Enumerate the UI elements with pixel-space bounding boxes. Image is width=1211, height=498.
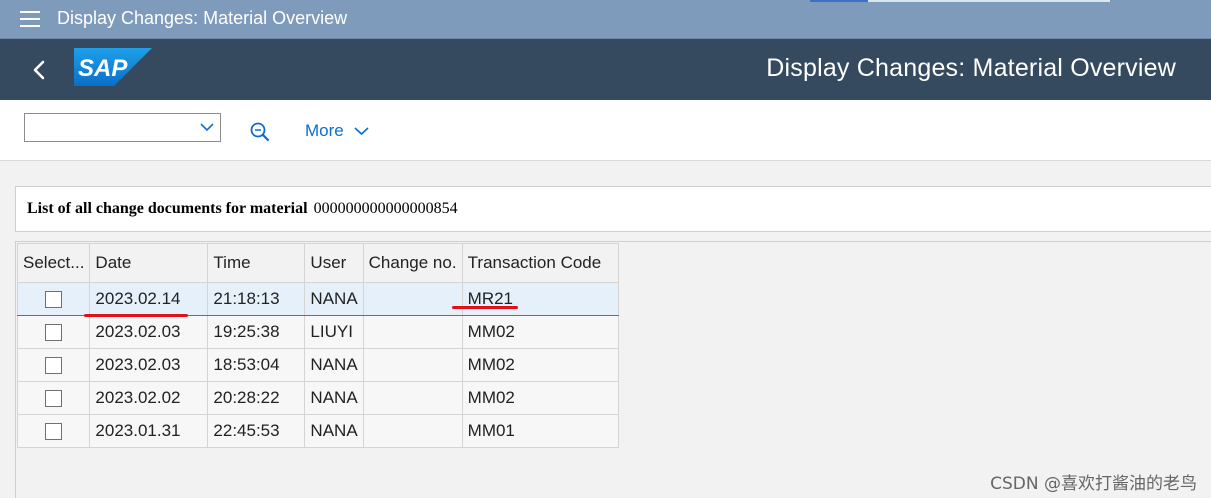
annotation-underline-tcode: [452, 306, 518, 309]
cell-date: 2023.02.14: [89, 282, 209, 316]
table-row[interactable]: 2023.01.31 22:45:53 NANA MM01: [16, 414, 619, 448]
cell-transaction-code: MM02: [461, 381, 619, 415]
table-row[interactable]: 2023.02.14 21:18:13 NANA MR21: [16, 282, 619, 316]
sap-logo: SAP: [74, 48, 152, 86]
row-select[interactable]: [16, 348, 91, 382]
cell-user: NANA: [304, 381, 364, 415]
row-checkbox[interactable]: [45, 423, 62, 441]
row-select[interactable]: [16, 381, 91, 415]
row-checkbox[interactable]: [45, 324, 62, 342]
chevron-down-icon: [354, 127, 370, 136]
cell-change-no: [362, 348, 463, 382]
watermark: CSDN @喜欢打酱油的老鸟: [990, 474, 1197, 494]
cell-date: 2023.02.02: [89, 381, 209, 415]
page-title: Display Changes: Material Overview: [766, 54, 1176, 82]
column-header-select[interactable]: Select...: [16, 243, 91, 283]
search-icon: [250, 122, 270, 142]
svg-text:SAP: SAP: [78, 55, 128, 82]
cell-user: NANA: [304, 414, 364, 448]
window-progress-strip: [810, 0, 1110, 2]
row-checkbox[interactable]: [45, 390, 62, 408]
cell-transaction-code: MM02: [461, 315, 619, 349]
cell-user: NANA: [304, 348, 364, 382]
header-text: List of all change documents for materia…: [27, 200, 458, 218]
table-row[interactable]: 2023.02.03 18:53:04 NANA MM02: [16, 348, 619, 382]
cell-time: 21:18:13: [207, 282, 306, 316]
chevron-down-icon: [200, 123, 214, 132]
column-header-transaction-code[interactable]: Transaction Code: [461, 243, 619, 283]
cell-date: 2023.02.03: [89, 315, 209, 349]
variant-select[interactable]: [24, 113, 221, 142]
cell-user: NANA: [304, 282, 364, 316]
shell-header: SAP Display Changes: Material Overview: [0, 39, 1211, 100]
hamburger-icon[interactable]: [20, 11, 40, 27]
column-header-change-no[interactable]: Change no.: [362, 243, 463, 283]
cell-change-no: [362, 381, 463, 415]
cell-change-no: [362, 282, 463, 316]
more-label: More: [305, 121, 344, 140]
back-button[interactable]: [26, 56, 54, 84]
cell-time: 18:53:04: [207, 348, 306, 382]
back-arrow-icon: [33, 60, 45, 80]
cell-date: 2023.02.03: [89, 348, 209, 382]
cell-time: 19:25:38: [207, 315, 306, 349]
cell-transaction-code: MR21: [461, 282, 619, 316]
table-row[interactable]: 2023.02.02 20:28:22 NANA MM02: [16, 381, 619, 415]
column-header-time[interactable]: Time: [207, 243, 306, 283]
more-button[interactable]: More: [305, 121, 370, 143]
cell-date: 2023.01.31: [89, 414, 209, 448]
cell-time: 22:45:53: [207, 414, 306, 448]
row-select[interactable]: [16, 315, 91, 349]
splitter-handle[interactable]: [944, 235, 964, 248]
row-checkbox[interactable]: [45, 357, 62, 375]
toolbar: [0, 100, 1211, 161]
row-select[interactable]: [16, 282, 91, 316]
annotation-underline-date: [84, 314, 188, 317]
row-select[interactable]: [16, 414, 91, 448]
cell-change-no: [362, 315, 463, 349]
cell-user: LIUYI: [304, 315, 364, 349]
column-header-user[interactable]: User: [304, 243, 364, 283]
header-label: List of all change documents for materia…: [27, 200, 308, 217]
table-row[interactable]: 2023.02.03 19:25:38 LIUYI MM02: [16, 315, 619, 349]
table-header-row: Select... Date Time User Change no. Tran…: [16, 243, 619, 283]
cell-change-no: [362, 414, 463, 448]
cell-time: 20:28:22: [207, 381, 306, 415]
cell-transaction-code: MM02: [461, 348, 619, 382]
row-checkbox[interactable]: [45, 291, 62, 309]
header-panel: List of all change documents for materia…: [15, 186, 1211, 232]
change-documents-table: Select... Date Time User Change no. Tran…: [16, 243, 619, 448]
find-button[interactable]: [248, 120, 272, 144]
column-header-date[interactable]: Date: [89, 243, 209, 283]
window-title: Display Changes: Material Overview: [57, 8, 348, 28]
material-number: 000000000000000854: [313, 200, 458, 217]
window-titlebar: Display Changes: Material Overview: [0, 0, 1211, 39]
cell-transaction-code: MM01: [461, 414, 619, 448]
